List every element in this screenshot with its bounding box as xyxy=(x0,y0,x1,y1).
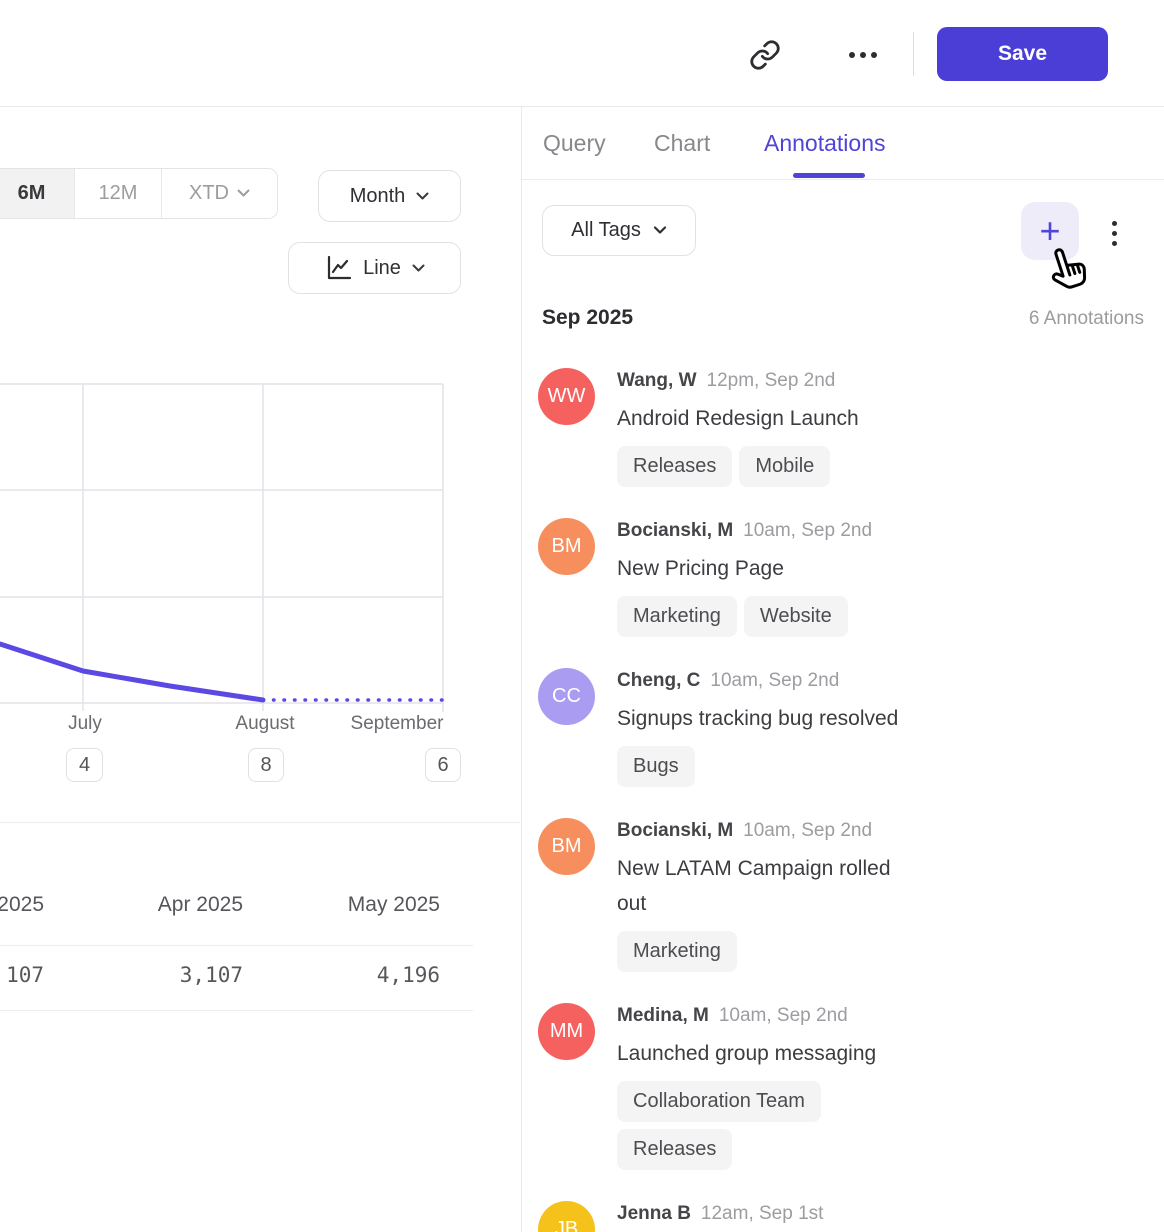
annotation-author: Jenna B xyxy=(617,1203,691,1225)
annotation-title: Launched group messaging xyxy=(617,1036,917,1071)
annotation-author: Bocianski, M xyxy=(617,520,733,542)
tag-pill[interactable]: Mobile xyxy=(739,446,830,487)
tags-filter-dropdown[interactable]: All Tags xyxy=(542,205,696,256)
tag-pill[interactable]: Website xyxy=(744,596,848,637)
tag-pill[interactable]: Marketing xyxy=(617,596,737,637)
data-table: 2025 Apr 2025 May 2025 107 3,107 4,196 xyxy=(0,822,520,1010)
table-header-col2: Apr 2025 xyxy=(103,893,243,917)
annotation-timestamp: 10am, Sep 2nd xyxy=(719,1005,848,1027)
range-6m-button[interactable]: 6M xyxy=(0,169,74,218)
granularity-dropdown[interactable]: Month xyxy=(318,170,461,222)
table-value-col3: 4,196 xyxy=(300,963,440,987)
tab-chart[interactable]: Chart xyxy=(654,107,710,179)
avatar: MM xyxy=(538,1003,595,1060)
annotations-menu-button[interactable] xyxy=(1100,212,1128,254)
tag-pill[interactable]: Marketing xyxy=(617,931,737,972)
range-12m-button[interactable]: 12M xyxy=(74,169,161,218)
annotation-author: Wang, W xyxy=(617,370,697,392)
tab-annotations[interactable]: Annotations xyxy=(764,107,885,179)
annotation-timestamp: 10am, Sep 2nd xyxy=(743,520,872,542)
annotation-item[interactable]: BM Bocianski, M 10am, Sep 2nd New Pricin… xyxy=(538,518,1138,637)
annotations-section-header: Sep 2025 6 Annotations xyxy=(542,306,1144,330)
avatar: CC xyxy=(538,668,595,725)
tag-pill[interactable]: Collaboration Team xyxy=(617,1081,821,1122)
avatar: BM xyxy=(538,518,595,575)
trend-line xyxy=(0,644,263,700)
annotation-count-badge-august[interactable]: 8 xyxy=(248,748,284,782)
chart-gridlines xyxy=(0,384,443,712)
chart-type-dropdown[interactable]: Line xyxy=(288,242,461,294)
annotation-item[interactable]: BM Bocianski, M 10am, Sep 2nd New LATAM … xyxy=(538,818,1138,972)
annotation-timestamp: 10am, Sep 2nd xyxy=(710,670,839,692)
table-header-col1: 2025 xyxy=(0,893,44,917)
annotation-timestamp: 12pm, Sep 2nd xyxy=(707,370,836,392)
annotation-author: Cheng, C xyxy=(617,670,700,692)
avatar: BM xyxy=(538,818,595,875)
date-range-segmented-control: 6M 12M XTD xyxy=(0,168,278,219)
right-panel-tabs: Query Chart Annotations xyxy=(522,107,1164,180)
annotations-list: WW Wang, W 12pm, Sep 2nd Android Redesig… xyxy=(538,368,1138,1232)
chevron-down-icon xyxy=(412,264,425,273)
table-value-col1: 107 xyxy=(0,963,44,987)
more-options-button[interactable] xyxy=(838,34,888,76)
link-icon xyxy=(749,39,781,71)
annotation-item[interactable]: MM Medina, M 10am, Sep 2nd Launched grou… xyxy=(538,1003,1138,1170)
table-value-col2: 3,107 xyxy=(103,963,243,987)
table-header-col3: May 2025 xyxy=(300,893,440,917)
x-tick-august: August xyxy=(235,713,294,735)
annotation-item[interactable]: WW Wang, W 12pm, Sep 2nd Android Redesig… xyxy=(538,368,1138,487)
top-header: Save xyxy=(0,0,1164,107)
line-chart-icon xyxy=(324,254,352,282)
line-chart[interactable] xyxy=(0,375,520,715)
tab-query[interactable]: Query xyxy=(543,107,606,179)
panel-divider xyxy=(521,107,522,1232)
avatar: JB xyxy=(538,1201,595,1232)
tag-pill[interactable]: Releases xyxy=(617,446,732,487)
app-window: Save 6M 12M XTD Month Line xyxy=(0,0,1164,1232)
ellipsis-icon xyxy=(849,52,877,58)
range-xtd-button[interactable]: XTD xyxy=(161,169,277,218)
table-row-divider xyxy=(0,945,473,946)
x-tick-september: September xyxy=(351,713,444,735)
annotation-timestamp: 10am, Sep 2nd xyxy=(743,820,872,842)
save-button[interactable]: Save xyxy=(937,27,1108,81)
avatar: WW xyxy=(538,368,595,425)
chevron-down-icon xyxy=(653,226,667,235)
x-tick-july: July xyxy=(68,713,102,735)
header-divider xyxy=(913,32,914,76)
active-tab-underline xyxy=(793,173,865,178)
annotation-timestamp: 12am, Sep 1st xyxy=(701,1203,824,1225)
annotation-item[interactable]: JB Jenna B 12am, Sep 1st Labor Day US Ho… xyxy=(538,1201,1138,1232)
annotation-title: New Pricing Page xyxy=(617,551,917,586)
annotation-title: Android Redesign Launch xyxy=(617,401,917,436)
add-annotation-button[interactable]: + xyxy=(1021,202,1079,260)
share-link-button[interactable] xyxy=(744,34,786,76)
annotation-count-badge-july[interactable]: 4 xyxy=(66,748,103,782)
annotations-count: 6 Annotations xyxy=(1029,308,1144,330)
annotation-title: Signups tracking bug resolved xyxy=(617,701,917,736)
tag-pill[interactable]: Releases xyxy=(617,1129,732,1170)
kebab-icon xyxy=(1112,221,1117,226)
annotation-item[interactable]: CC Cheng, C 10am, Sep 2nd Signups tracki… xyxy=(538,668,1138,787)
section-month-title: Sep 2025 xyxy=(542,306,633,330)
annotation-title: New LATAM Campaign rolled out xyxy=(617,851,917,921)
annotation-author: Medina, M xyxy=(617,1005,709,1027)
chevron-down-icon xyxy=(237,189,250,198)
annotation-count-badge-september[interactable]: 6 xyxy=(425,748,461,782)
annotation-author: Bocianski, M xyxy=(617,820,733,842)
tag-pill[interactable]: Bugs xyxy=(617,746,695,787)
chevron-down-icon xyxy=(416,192,429,201)
table-row-divider xyxy=(0,1010,473,1011)
